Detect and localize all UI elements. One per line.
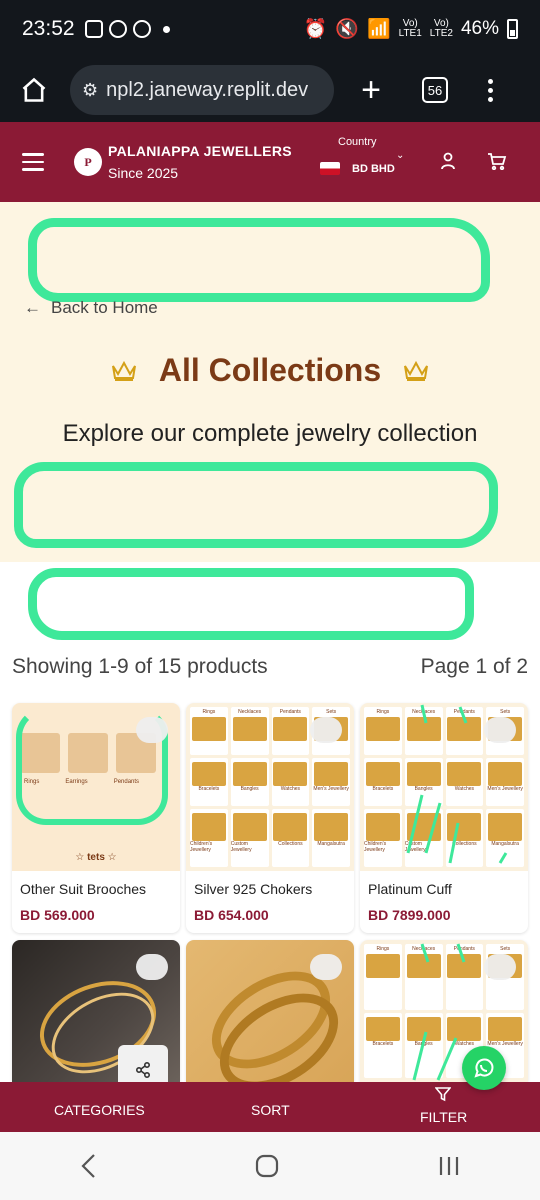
- wishlist-button[interactable]: [484, 717, 516, 743]
- page-subtitle: Explore our complete jewelry collection: [62, 420, 478, 447]
- wishlist-button[interactable]: [136, 717, 168, 743]
- product-name: Other Suit Brooches: [20, 881, 147, 897]
- redaction-scribble: [14, 462, 498, 548]
- product-name: Silver 925 Chokers: [194, 881, 313, 897]
- more-notifications-icon: [162, 25, 170, 33]
- url-bar[interactable]: ⚙ npl2.janeway.replit.dev: [70, 65, 334, 115]
- collections-hero: ← Back to Home All Collections Explore o…: [0, 202, 540, 562]
- menu-icon[interactable]: [22, 153, 44, 171]
- system-icons: ⏰ 🔇 📶 Vo) LTE1 Vo) LTE2 46%: [304, 17, 518, 41]
- status-time: 23:52: [22, 17, 75, 40]
- sim1-label: Vo) LTE1: [398, 18, 422, 39]
- product-card[interactable]: [186, 940, 354, 1082]
- product-image[interactable]: Rings Necklaces Pendants Sets Bracelets …: [186, 703, 354, 871]
- mute-icon: 🔇: [335, 19, 359, 40]
- app-icon: [132, 20, 151, 38]
- product-card[interactable]: Rings Necklaces Pendants Sets Bracelets …: [360, 703, 528, 933]
- results-count: Showing 1-9 of 15 products: [12, 655, 268, 678]
- results-bar: Showing 1-9 of 15 products Page 1 of 2: [12, 655, 528, 679]
- tab-switcher-button[interactable]: 56: [422, 77, 448, 103]
- battery-icon: [507, 19, 518, 39]
- chevron-down-icon: ⌄: [396, 150, 405, 161]
- bottom-toolbar: CATEGORIES SORT FILTER: [0, 1082, 540, 1132]
- sim2-label: Vo) LTE2: [429, 18, 453, 39]
- new-tab-button[interactable]: +: [356, 73, 386, 107]
- brand-logo[interactable]: P: [74, 148, 102, 176]
- home-icon[interactable]: [14, 70, 54, 110]
- brand-block[interactable]: PALANIAPPA JEWELLERS Since 2025: [108, 143, 292, 181]
- browser-toolbar: ⚙ npl2.janeway.replit.dev + 56: [0, 58, 540, 122]
- page-title: All Collections: [158, 352, 382, 388]
- product-image[interactable]: Rings Necklaces Pendants Sets Bracelets …: [360, 703, 528, 871]
- wishlist-button[interactable]: [310, 954, 342, 980]
- product-card[interactable]: Rings Necklaces Pendants Sets Bracelets …: [186, 703, 354, 933]
- notification-icons: [84, 20, 170, 38]
- product-tag: ☆ tets ☆: [75, 852, 117, 863]
- back-icon[interactable]: [80, 1153, 96, 1179]
- redaction-scribble: [28, 218, 490, 302]
- system-nav-bar: [0, 1132, 540, 1200]
- brand-since: Since 2025: [108, 165, 179, 181]
- page-indicator: Page 1 of 2: [420, 655, 528, 678]
- wishlist-button[interactable]: [484, 954, 516, 980]
- whatsapp-icon: [108, 20, 127, 38]
- whatsapp-chat-button[interactable]: [462, 1046, 506, 1090]
- back-to-home-link[interactable]: ← Back to Home: [24, 298, 158, 318]
- site-settings-icon[interactable]: ⚙: [82, 80, 98, 101]
- filter-button[interactable]: FILTER: [420, 1086, 468, 1125]
- country-value: BD BHD: [352, 162, 395, 175]
- brand-name: PALANIAPPA JEWELLERS: [108, 143, 292, 159]
- alarm-icon: ⏰: [303, 19, 328, 40]
- wifi-icon: 📶: [366, 19, 391, 40]
- crown-icon: [404, 360, 429, 381]
- cart-icon[interactable]: [487, 152, 507, 175]
- country-selector[interactable]: Country ⌄ BD BHD: [320, 136, 404, 175]
- redaction-scribble: [28, 568, 474, 640]
- product-name: Platinum Cuff: [368, 881, 452, 897]
- crown-icon: [111, 360, 136, 381]
- title-row: All Collections: [0, 352, 540, 389]
- product-card[interactable]: Rings Earrings Pendants ☆ tets ☆ Other S…: [12, 703, 180, 933]
- sort-button[interactable]: SORT: [251, 1102, 290, 1118]
- status-bar: 23:52 ⏰ 🔇 📶 Vo) LTE1 Vo) LTE2 46%: [0, 0, 540, 58]
- back-label: Back to Home: [51, 298, 158, 317]
- site-header: P PALANIAPPA JEWELLERS Since 2025 Countr…: [0, 122, 540, 202]
- arrow-left-icon: ←: [24, 298, 41, 317]
- battery-percent: 46%: [460, 18, 499, 39]
- product-image[interactable]: [186, 940, 354, 1082]
- recents-icon[interactable]: [438, 1155, 460, 1177]
- whatsapp-icon: [474, 1058, 494, 1078]
- product-image[interactable]: Rings Earrings Pendants ☆ tets ☆: [12, 703, 180, 871]
- categories-button[interactable]: CATEGORIES: [54, 1102, 145, 1118]
- product-price: BD 7899.000: [368, 907, 451, 923]
- bahrain-flag-icon: [320, 162, 340, 175]
- user-icon[interactable]: [440, 152, 456, 175]
- url-text: npl2.janeway.replit.dev: [106, 78, 309, 101]
- wishlist-button[interactable]: [136, 954, 168, 980]
- filter-icon: [434, 1087, 452, 1102]
- product-price: BD 654.000: [194, 907, 269, 923]
- country-label: Country: [338, 136, 377, 148]
- share-icon: [135, 1061, 151, 1079]
- product-price: BD 569.000: [20, 907, 95, 923]
- home-nav-icon[interactable]: [255, 1154, 279, 1178]
- filter-label: FILTER: [420, 1109, 468, 1125]
- gallery-icon: [84, 20, 103, 38]
- wishlist-button[interactable]: [310, 717, 342, 743]
- browser-menu-icon[interactable]: [488, 78, 493, 102]
